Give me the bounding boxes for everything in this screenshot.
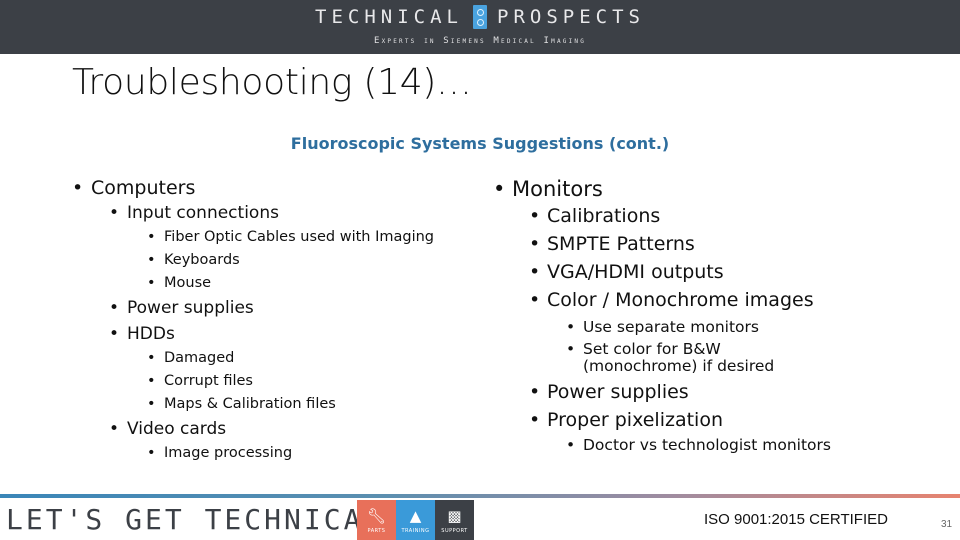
list-item: Video cards — [72, 416, 434, 442]
iso-certification: ISO 9001:2015 CERTIFIED — [704, 511, 888, 528]
double-circle-logo-icon — [473, 5, 487, 29]
list-item: Damaged — [72, 347, 434, 370]
training-label: TRAINING — [401, 527, 430, 534]
list-item: Set color for B&W (monochrome) if desire… — [493, 338, 813, 378]
left-bullet-list: Computers Input connections Fiber Optic … — [72, 176, 434, 465]
chat-bubbles-icon: ▩ — [447, 506, 462, 525]
list-item: Fiber Optic Cables used with Imaging — [72, 226, 434, 249]
list-item: Mouse — [72, 272, 434, 295]
right-bullet-list: Monitors Calibrations SMPTE Patterns VGA… — [493, 176, 831, 456]
list-item: Use separate monitors — [493, 316, 831, 338]
list-item: Image processing — [72, 442, 434, 465]
list-item: Calibrations — [493, 202, 831, 230]
list-item: HDDs — [72, 321, 434, 347]
training-tile[interactable]: ▲ TRAINING — [396, 500, 435, 540]
list-item: Doctor vs technologist monitors — [493, 434, 831, 456]
slide-title: Troubleshooting (14)… — [72, 62, 472, 103]
list-item: Power supplies — [493, 378, 831, 406]
footer-service-tiles: 🔧︎ PARTS ▲ TRAINING ▩ SUPPORT — [357, 500, 474, 540]
parts-tile[interactable]: 🔧︎ PARTS — [357, 500, 396, 540]
footer-slogan: LET'S GET TECHNICAL — [6, 503, 384, 536]
header-banner: TECHNICAL PROSPECTS Experts in Siemens M… — [0, 0, 960, 54]
support-label: SUPPORT — [441, 527, 468, 534]
list-item: Power supplies — [72, 295, 434, 321]
list-item: Proper pixelization — [493, 406, 831, 434]
footer-gradient-bar — [0, 494, 960, 498]
brand-name-right: PROSPECTS — [497, 6, 645, 28]
list-item: Color / Monochrome images — [493, 286, 831, 314]
brand-name-left: TECHNICAL — [315, 6, 463, 28]
list-item: Corrupt files — [72, 370, 434, 393]
list-item: Input connections — [72, 200, 434, 226]
list-item: Keyboards — [72, 249, 434, 272]
page-number: 31 — [941, 519, 953, 530]
support-tile[interactable]: ▩ SUPPORT — [435, 500, 474, 540]
brand-tagline: Experts in Siemens Medical Imaging — [373, 36, 587, 46]
list-item: Monitors — [493, 176, 831, 202]
list-item: Maps & Calibration files — [72, 393, 434, 416]
list-item: SMPTE Patterns — [493, 230, 831, 258]
wrench-icon: 🔧︎ — [366, 506, 387, 525]
slide-subtitle: Fluoroscopic Systems Suggestions (cont.) — [290, 134, 670, 153]
parts-label: PARTS — [367, 527, 386, 534]
list-item: VGA/HDMI outputs — [493, 258, 831, 286]
list-item: Computers — [72, 176, 434, 200]
graduation-cap-icon: ▲ — [409, 506, 422, 525]
brand-logo-row: TECHNICAL PROSPECTS — [0, 5, 960, 29]
